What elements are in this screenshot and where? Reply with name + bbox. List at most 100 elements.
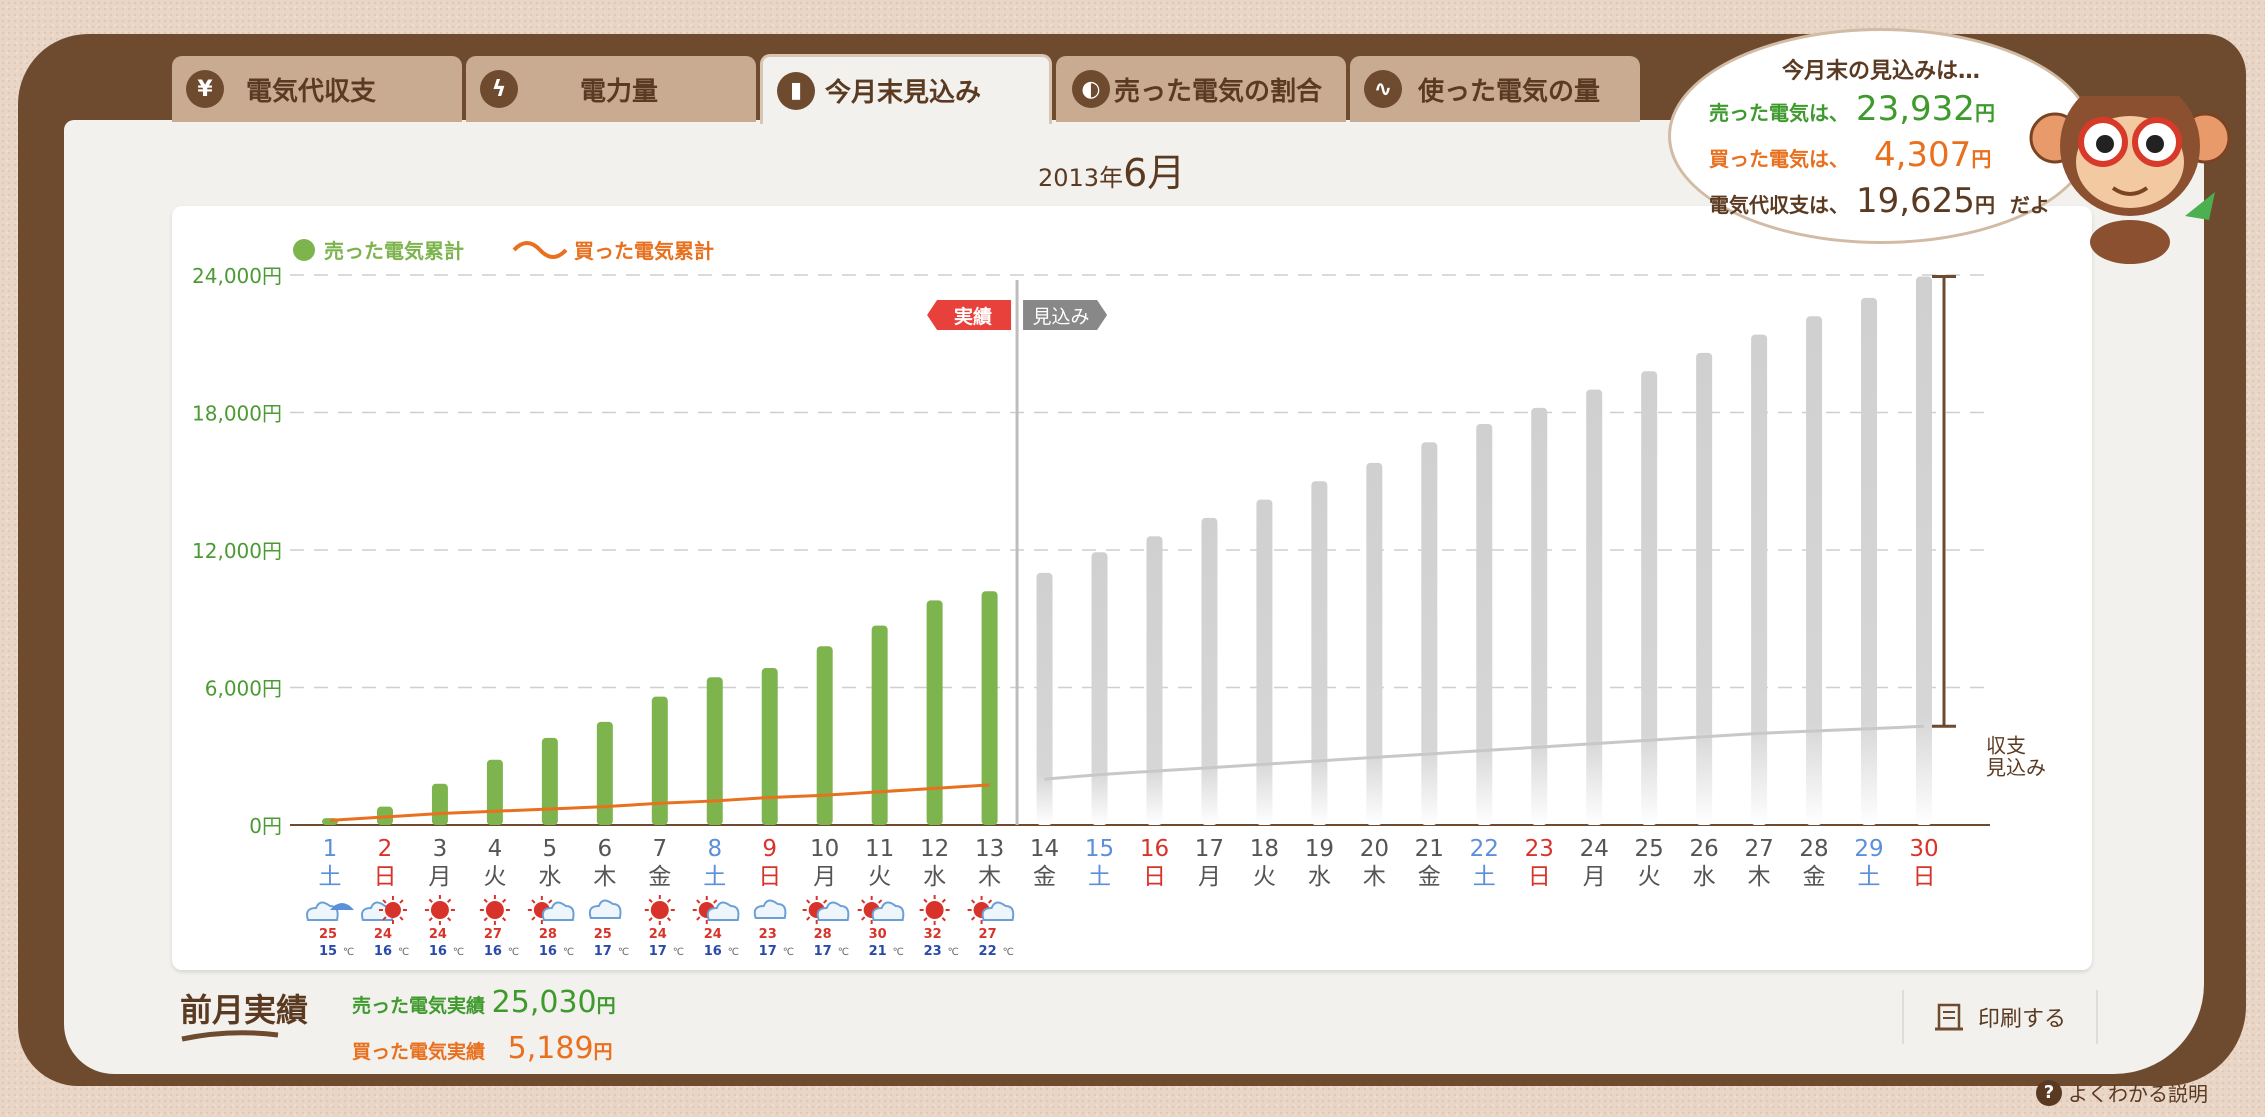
weekday-label: 水	[1693, 864, 1716, 890]
sun-ray	[923, 898, 928, 903]
temp-high: 30	[869, 927, 887, 942]
temp-low: 22	[979, 944, 997, 959]
help-link[interactable]: ? よくわかる説明	[2036, 1078, 2208, 1107]
temp-high: 28	[814, 927, 832, 942]
sun-ray	[806, 916, 811, 921]
sun-ray	[548, 899, 553, 904]
printer-icon	[1934, 1003, 1963, 1031]
sun-ray	[941, 898, 946, 903]
balance-label: 収支	[1986, 733, 2026, 757]
weekday-label: 金	[648, 864, 671, 890]
forecast-bar	[1091, 552, 1108, 825]
weekday-label: 日	[1143, 864, 1166, 890]
sold-bar	[651, 696, 668, 825]
temp-high: 24	[649, 927, 667, 942]
temp-unit: ℃	[1003, 947, 1014, 958]
weekday-label: 金	[1803, 864, 1826, 890]
sun-ray	[648, 898, 653, 903]
weekday-label: 日	[1528, 864, 1551, 890]
day-label: 16	[1140, 836, 1169, 862]
temp-high: 23	[759, 927, 777, 942]
sun-ray	[923, 917, 928, 922]
bubble-balance-label: 電気代収支は、	[1709, 193, 1849, 217]
sun-ray	[428, 917, 433, 922]
day-label: 18	[1250, 836, 1279, 862]
sun-ray	[970, 916, 976, 921]
sun-ray	[648, 917, 653, 922]
forecast-bar	[1586, 389, 1603, 825]
day-label: 19	[1305, 836, 1334, 862]
temp-unit: ℃	[728, 947, 739, 958]
previous-month-title: 前月実績	[180, 991, 309, 1029]
sun-ray	[861, 899, 866, 904]
day-label: 17	[1195, 836, 1224, 862]
bubble-balance-unit: 円	[1974, 193, 1995, 217]
previous-bought: 買った電気実績 5,189円	[352, 1031, 613, 1066]
weekday-label: 水	[538, 864, 561, 890]
day-label: 13	[975, 836, 1004, 862]
previous-sold-value: 25,030	[491, 985, 597, 1020]
legend-sold: 売った電気累計	[324, 239, 464, 263]
umbrella-icon	[330, 903, 354, 910]
temp-low: 17	[814, 944, 832, 959]
weekday-label: 日	[758, 864, 781, 890]
sun-ray	[696, 916, 701, 921]
bubble-bought-unit: 円	[1971, 147, 1992, 171]
forecast-bar	[1036, 572, 1053, 825]
temp-unit: ℃	[893, 947, 904, 958]
weekday-label: 日	[1913, 864, 1936, 890]
temp-high: 27	[979, 927, 997, 942]
day-label: 1	[323, 836, 338, 862]
temp-low: 16	[374, 944, 392, 959]
print-button[interactable]: 印刷する	[1902, 990, 2098, 1044]
weekday-label: 金	[1418, 864, 1441, 890]
weekday-label: 月	[428, 864, 451, 890]
previous-bought-value: 5,189	[507, 1031, 594, 1066]
day-label: 25	[1635, 836, 1664, 862]
temp-high: 25	[319, 927, 337, 942]
day-label: 20	[1360, 836, 1389, 862]
temp-unit: ℃	[948, 947, 959, 958]
forecast-bar	[1476, 423, 1493, 825]
legend-bought: 買った電気累計	[574, 239, 714, 263]
sun-ray	[531, 899, 536, 904]
sun-ray	[806, 899, 811, 904]
sun-ray	[666, 917, 672, 922]
temp-high: 28	[539, 927, 557, 942]
sun-ray	[483, 898, 488, 903]
underline-decoration	[181, 1030, 279, 1042]
temp-unit: ℃	[783, 947, 794, 958]
forecast-bar	[1916, 276, 1932, 825]
temp-unit: ℃	[838, 947, 849, 958]
sun-ray	[531, 916, 536, 921]
weekday-label: 月	[1198, 864, 1221, 890]
weekday-label: 木	[978, 864, 1001, 890]
sun-ray	[447, 898, 452, 903]
y-tick-label: 12,000円	[192, 539, 282, 563]
weekday-label: 月	[813, 864, 836, 890]
day-label: 24	[1580, 836, 1609, 862]
bubble-bought: 買った電気は、 4,307円	[1709, 135, 1991, 175]
sun-ray	[970, 899, 976, 904]
temp-low: 17	[649, 944, 667, 959]
y-tick-label: 0円	[249, 814, 282, 838]
temp-low: 16	[484, 944, 502, 959]
y-tick-label: 6,000円	[205, 677, 282, 701]
day-label: 6	[598, 836, 613, 862]
weekday-label: 土	[1088, 864, 1111, 890]
legend-dot-sold	[293, 239, 315, 261]
day-label: 22	[1470, 836, 1499, 862]
sold-bar	[816, 646, 833, 825]
previous-bought-label: 買った電気実績	[352, 1041, 486, 1063]
sun-ray	[823, 899, 828, 904]
bubble-bought-label: 買った電気は、	[1709, 147, 1849, 171]
temp-low: 16	[429, 944, 447, 959]
day-label: 9	[762, 836, 777, 862]
day-label: 27	[1744, 836, 1773, 862]
sun-ray	[861, 916, 866, 921]
temp-high: 25	[594, 927, 612, 942]
weekday-label: 火	[1253, 864, 1276, 890]
day-label: 11	[865, 836, 894, 862]
day-label: 29	[1854, 836, 1883, 862]
sun-ray	[666, 898, 672, 903]
